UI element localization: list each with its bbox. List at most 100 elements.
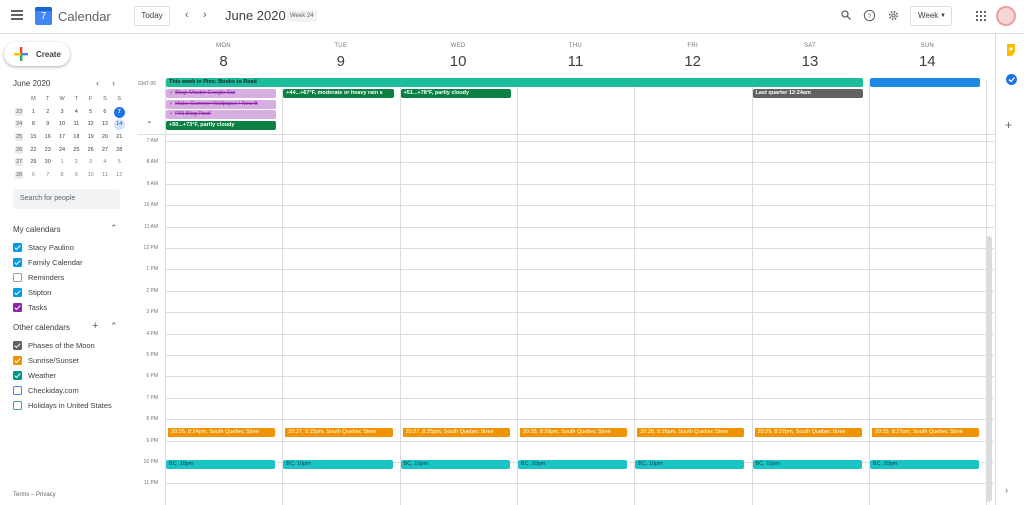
- timed-event[interactable]: 20:26, 8:24pm, South Quebec Stree: [166, 427, 276, 437]
- timed-event[interactable]: 20:27, 8:25pm, South Quebec Stree: [400, 427, 510, 437]
- mini-day[interactable]: 10: [83, 169, 97, 182]
- day-number-button[interactable]: 13: [752, 53, 869, 70]
- terms-privacy-links[interactable]: Terms – Privacy: [13, 492, 56, 498]
- chevron-up-icon[interactable]: ⌃: [110, 321, 118, 332]
- timed-event[interactable]: 20:29, 8:27pm, South Quebec Stree: [752, 427, 862, 437]
- mini-next-month-icon[interactable]: ›: [112, 78, 115, 88]
- mini-day[interactable]: 3: [55, 106, 69, 119]
- calendar-item[interactable]: Checkiday.com: [13, 385, 123, 397]
- all-day-event[interactable]: This week in Pins: Books to Read: [166, 78, 863, 87]
- mini-day[interactable]: 21: [112, 131, 126, 144]
- calendar-checkbox[interactable]: [13, 243, 22, 252]
- day-number-button[interactable]: 12: [634, 53, 751, 70]
- mini-day[interactable]: 11: [69, 118, 83, 131]
- apps-icon[interactable]: [976, 11, 986, 21]
- completed-task-event[interactable]: ✓ Make Summer Wallpaper / New B: [166, 99, 277, 109]
- calendar-item[interactable]: Holidays in United States: [13, 400, 123, 412]
- timed-event[interactable]: 20:28, 8:26pm, South Quebec Stree: [635, 427, 745, 437]
- settings-icon[interactable]: [886, 9, 900, 23]
- all-day-event[interactable]: [869, 78, 981, 87]
- day-number-button[interactable]: 8: [165, 53, 282, 70]
- keep-icon[interactable]: [1006, 43, 1016, 56]
- mini-day[interactable]: 24: [55, 144, 69, 157]
- mini-day[interactable]: 5: [112, 156, 126, 169]
- mini-day[interactable]: 9: [69, 169, 83, 182]
- calendar-checkbox[interactable]: [13, 371, 22, 380]
- calendar-checkbox[interactable]: [13, 341, 22, 350]
- mini-day[interactable]: 8: [26, 118, 40, 131]
- mini-week-number[interactable]: 24: [12, 118, 26, 131]
- mini-day[interactable]: 1: [55, 156, 69, 169]
- calendar-item[interactable]: Weather: [13, 370, 123, 382]
- timed-event[interactable]: BC, 10pm: [752, 460, 862, 469]
- timed-event[interactable]: BC, 10pm: [635, 460, 745, 469]
- mini-day[interactable]: 13: [98, 118, 112, 131]
- all-day-event[interactable]: +51...+78°F, partly cloudy: [400, 88, 511, 98]
- add-calendar-icon[interactable]: +: [92, 320, 98, 332]
- mini-day[interactable]: 22: [26, 144, 40, 157]
- create-button[interactable]: Create: [4, 42, 70, 66]
- mini-day[interactable]: 5: [83, 106, 97, 119]
- calendar-checkbox[interactable]: [13, 356, 22, 365]
- timed-event[interactable]: BC, 10pm: [400, 460, 510, 469]
- mini-week-number[interactable]: 28: [12, 169, 26, 182]
- tasks-icon[interactable]: [1006, 72, 1017, 85]
- timed-event[interactable]: 20:28, 8:26pm, South Quebec Stree: [517, 427, 628, 437]
- next-week-icon[interactable]: ›: [203, 9, 207, 21]
- calendar-checkbox[interactable]: [13, 273, 22, 282]
- calendar-checkbox[interactable]: [13, 303, 22, 312]
- mini-day[interactable]: 3: [83, 156, 97, 169]
- mini-day[interactable]: 20: [98, 131, 112, 144]
- mini-day[interactable]: 19: [83, 131, 97, 144]
- day-number-button[interactable]: 9: [282, 53, 399, 70]
- mini-day[interactable]: 16: [41, 131, 55, 144]
- timed-event[interactable]: BC, 10pm: [517, 460, 628, 469]
- mini-day[interactable]: 12: [112, 169, 126, 182]
- mini-day[interactable]: 26: [83, 144, 97, 157]
- completed-task-event[interactable]: ✓ PIN Blog Post!: [166, 110, 277, 120]
- calendar-checkbox[interactable]: [13, 258, 22, 267]
- mini-prev-month-icon[interactable]: ‹: [96, 78, 99, 88]
- mini-day[interactable]: 25: [69, 144, 83, 157]
- mini-day[interactable]: 14: [112, 118, 126, 131]
- mini-day[interactable]: 8: [55, 169, 69, 182]
- chevron-up-icon[interactable]: ⌃: [110, 223, 118, 234]
- calendar-item[interactable]: Stipton: [13, 287, 123, 299]
- calendar-item[interactable]: Sunrise/Sunset: [13, 355, 123, 367]
- mini-day[interactable]: 9: [41, 118, 55, 131]
- mini-day[interactable]: 23: [41, 144, 55, 157]
- calendar-checkbox[interactable]: [13, 401, 22, 410]
- previous-week-icon[interactable]: ‹: [185, 9, 189, 21]
- mini-day[interactable]: 11: [98, 169, 112, 182]
- calendar-item[interactable]: Phases of the Moon: [13, 340, 123, 352]
- scrollbar[interactable]: [986, 236, 992, 502]
- help-icon[interactable]: ?: [862, 9, 876, 23]
- calendar-item[interactable]: Family Calendar: [13, 257, 123, 269]
- expand-panel-icon[interactable]: ›: [1005, 485, 1008, 495]
- calendar-item[interactable]: Reminders: [13, 272, 123, 284]
- search-people-input[interactable]: Search for people: [13, 189, 120, 209]
- mini-day[interactable]: 30: [41, 156, 55, 169]
- mini-day[interactable]: 29: [26, 156, 40, 169]
- mini-day[interactable]: 15: [26, 131, 40, 144]
- mini-day[interactable]: 2: [69, 156, 83, 169]
- completed-task-event[interactable]: ✓ Blog: Master Google Cal: [166, 88, 277, 98]
- calendar-checkbox[interactable]: [13, 288, 22, 297]
- search-icon[interactable]: [839, 9, 853, 23]
- avatar[interactable]: [996, 6, 1016, 26]
- add-addon-icon[interactable]: +: [1005, 118, 1012, 132]
- mini-week-number[interactable]: 25: [12, 131, 26, 144]
- mini-day[interactable]: 18: [69, 131, 83, 144]
- mini-day[interactable]: 2: [41, 106, 55, 119]
- main-menu-icon[interactable]: [11, 10, 23, 20]
- view-selector[interactable]: Week ▼: [910, 6, 952, 26]
- timed-event[interactable]: BC, 10pm: [869, 460, 980, 469]
- mini-day[interactable]: 7: [41, 169, 55, 182]
- mini-day[interactable]: 1: [26, 106, 40, 119]
- all-day-event[interactable]: +44...+67°F, moderate or heavy rain s: [283, 88, 394, 98]
- timed-event[interactable]: BC, 10pm: [283, 460, 393, 469]
- mini-day[interactable]: 28: [112, 144, 126, 157]
- mini-day[interactable]: 4: [69, 106, 83, 119]
- timed-event[interactable]: 20:27, 8:25pm, South Quebec Stree: [283, 427, 393, 437]
- mini-day[interactable]: 6: [26, 169, 40, 182]
